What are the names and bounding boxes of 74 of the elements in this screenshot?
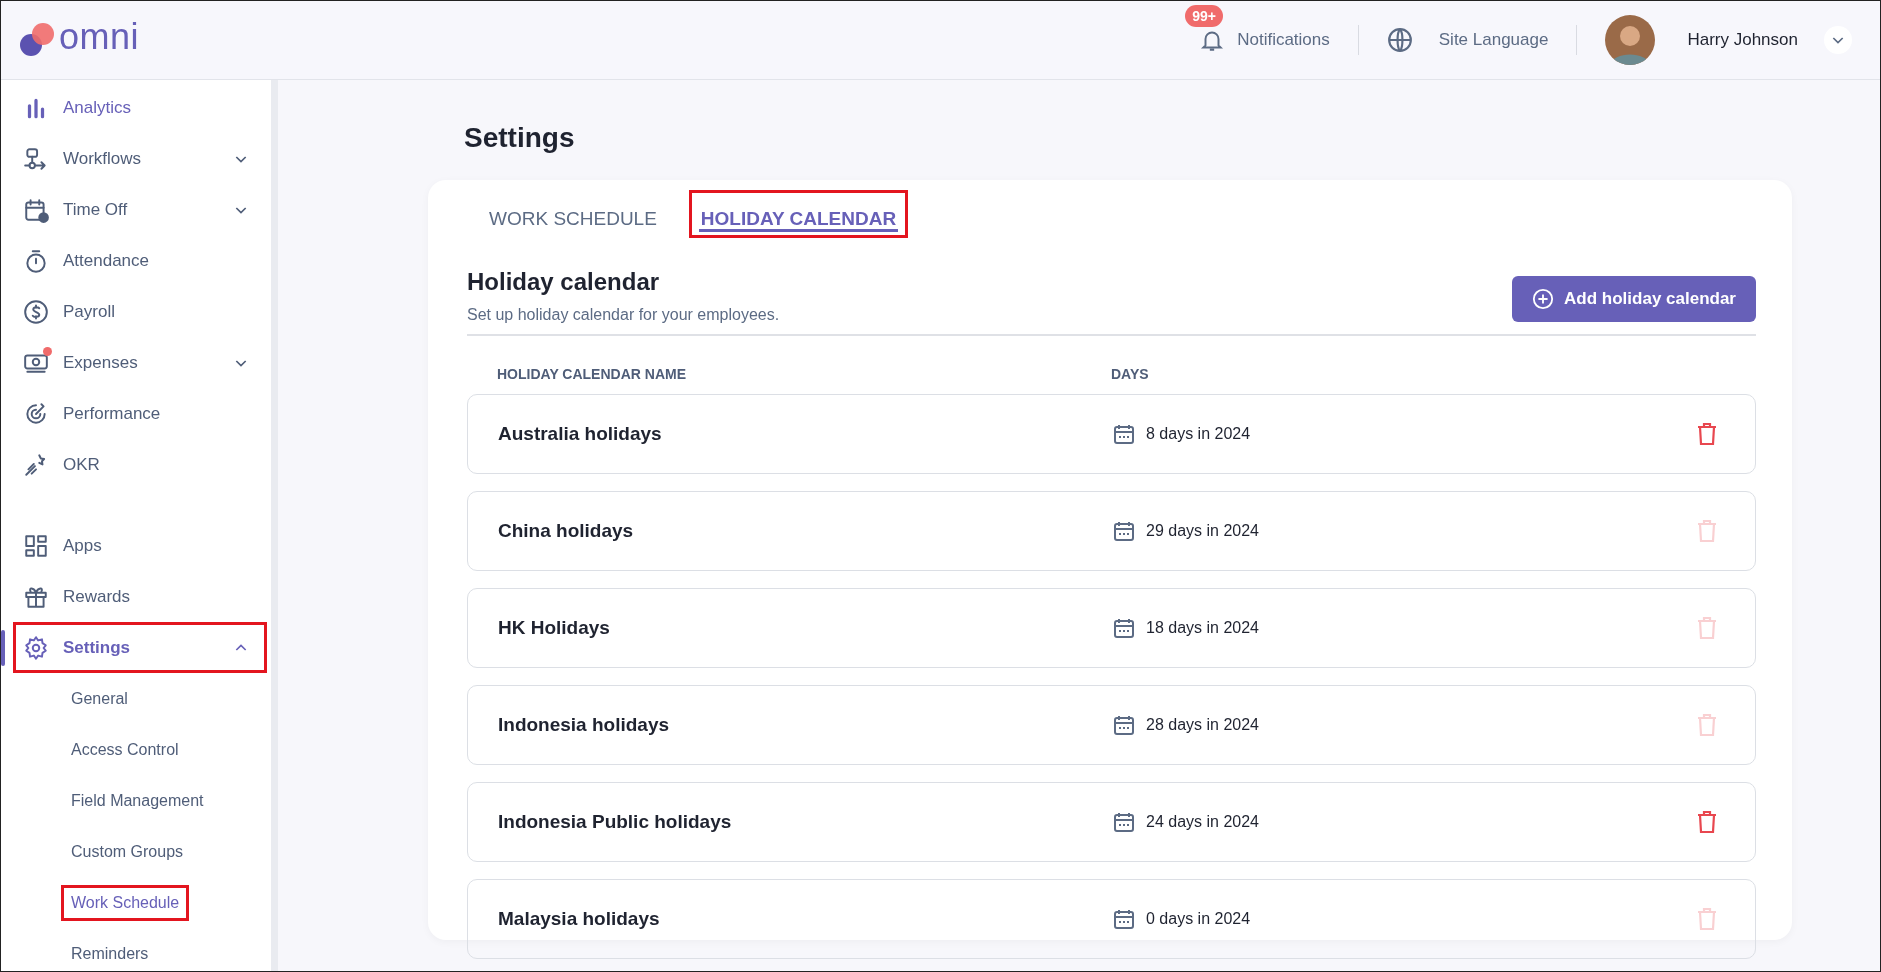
section-subtitle: Set up holiday calendar for your employees. xyxy=(467,306,780,324)
add-holiday-calendar-button[interactable]: Add holiday calendar xyxy=(1512,276,1756,322)
calendar-name: Indonesia Public holidays xyxy=(498,811,733,833)
calendar-icon xyxy=(1112,422,1136,446)
days-count: 28 days in 2024 xyxy=(1146,716,1259,734)
calendar-row[interactable]: Malaysia holidays 0 days in 2024 xyxy=(467,879,1756,959)
nav-item[interactable]: Rewards xyxy=(13,571,267,622)
calendar-row[interactable]: Australia holidays 8 days in 2024 xyxy=(467,394,1756,474)
nav-subitem[interactable]: General xyxy=(61,680,138,717)
user-name[interactable]: Harry Johnson xyxy=(1687,30,1798,50)
days-count: 24 days in 2024 xyxy=(1146,813,1259,831)
logo-icon xyxy=(19,22,55,58)
calendar-icon xyxy=(1112,519,1136,543)
days-count: 29 days in 2024 xyxy=(1146,522,1259,540)
trash-icon xyxy=(1695,421,1719,447)
active-indicator xyxy=(1,630,5,666)
days-count: 8 days in 2024 xyxy=(1146,425,1251,443)
calendar-name: China holidays xyxy=(498,520,635,542)
nav-item[interactable]: Time Off xyxy=(13,184,267,235)
dollar-icon xyxy=(23,298,49,325)
trash-icon xyxy=(1695,809,1719,835)
user-menu-button[interactable] xyxy=(1824,26,1852,54)
notifications-link[interactable]: Notifications xyxy=(1237,30,1330,50)
nav-item[interactable]: Settings xyxy=(13,622,267,673)
calendar-name: Malaysia holidays xyxy=(498,908,661,930)
nav-item[interactable]: Expenses xyxy=(13,337,267,388)
calendar-name: HK Holidays xyxy=(498,617,611,639)
nav-item[interactable]: Apps xyxy=(13,520,267,571)
calendar-row[interactable]: Indonesia Public holidays 24 days in 2024 xyxy=(467,782,1756,862)
trash-icon xyxy=(1695,712,1719,738)
days-count: 18 days in 2024 xyxy=(1146,619,1259,637)
notification-dot xyxy=(43,346,52,356)
calendar-icon xyxy=(1112,810,1136,834)
nav-subitem[interactable]: Field Management xyxy=(61,782,214,819)
nav-subitem[interactable]: Reminders xyxy=(61,935,159,972)
trash-icon xyxy=(1695,615,1719,641)
globe-icon[interactable] xyxy=(1386,27,1413,53)
calendar-row[interactable]: China holidays 29 days in 2024 xyxy=(467,491,1756,571)
stopwatch-icon xyxy=(23,247,49,274)
calendar-row[interactable]: HK Holidays 18 days in 2024 xyxy=(467,588,1756,668)
logo-text: omni xyxy=(59,16,140,58)
nav-item[interactable]: Payroll xyxy=(13,286,267,337)
nav-subitem[interactable]: Work Schedule xyxy=(61,884,190,921)
calendar-icon xyxy=(1112,616,1136,640)
target-icon xyxy=(23,400,49,427)
days-count: 0 days in 2024 xyxy=(1146,910,1251,928)
flowchart-icon xyxy=(23,145,49,172)
settings-icon xyxy=(23,634,49,661)
calendar-clock-icon xyxy=(23,196,49,223)
nav-item[interactable]: Analytics xyxy=(13,82,267,133)
tab[interactable]: WORK SCHEDULE xyxy=(477,190,669,238)
calendar-icon xyxy=(1112,907,1136,931)
plus-circle-icon xyxy=(1532,288,1555,310)
trash-icon xyxy=(1695,518,1719,544)
column-header: DAYS xyxy=(1111,366,1150,382)
nav-item[interactable]: Performance xyxy=(13,388,267,439)
notification-badge: 99+ xyxy=(1185,5,1223,27)
nav-subitem[interactable]: Custom Groups xyxy=(61,833,194,870)
section-title: Holiday calendar xyxy=(467,268,661,296)
calendar-name: Indonesia holidays xyxy=(498,714,671,736)
nav-subitem[interactable]: Access Control xyxy=(61,731,189,768)
tab[interactable]: HOLIDAY CALENDAR xyxy=(688,190,909,238)
column-header: HOLIDAY CALENDAR NAME xyxy=(497,366,687,382)
calendar-icon xyxy=(1112,713,1136,737)
grid-icon xyxy=(23,532,49,559)
calendar-row[interactable]: Indonesia holidays 28 days in 2024 xyxy=(467,685,1756,765)
calendar-name: Australia holidays xyxy=(498,423,663,445)
page-title: Settings xyxy=(464,122,576,154)
avatar[interactable] xyxy=(1605,15,1656,65)
trash-icon xyxy=(1695,906,1719,932)
nav-item[interactable]: OKR xyxy=(13,439,267,490)
nav-item[interactable]: Workflows xyxy=(13,133,267,184)
language-link[interactable]: Site Language xyxy=(1438,30,1549,50)
nav-item[interactable]: Attendance xyxy=(13,235,267,286)
